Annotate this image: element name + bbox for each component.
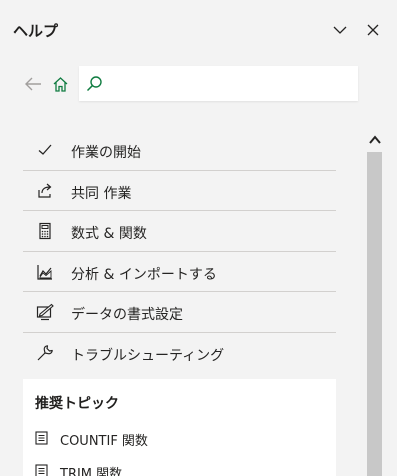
menu-item-label: 作業の開始 [71, 145, 141, 161]
menu-item-label: 数式 & 関数 [71, 226, 147, 242]
menu-item-troubleshooting[interactable]: トラブルシューティング [23, 333, 336, 374]
topic-label: TRIM 関数 [60, 467, 123, 476]
calculator-icon [39, 222, 51, 240]
recommended-topics-title: 推奨トピック [35, 396, 119, 412]
document-icon [35, 431, 48, 445]
topic-link-countif[interactable]: COUNTIF 関数 [35, 428, 325, 450]
home-button[interactable] [52, 76, 69, 93]
help-pane-header: ヘルプ [0, 0, 397, 60]
menu-item-label: データの書式設定 [71, 307, 183, 323]
search-icon [86, 76, 102, 92]
menu-item-format-data[interactable]: データの書式設定 [23, 292, 336, 333]
checkmark-icon [38, 144, 52, 155]
menu-item-formulas-functions[interactable]: 数式 & 関数 [23, 211, 336, 252]
vertical-scrollbar[interactable] [367, 152, 382, 476]
menu-item-label: 分析 & インポートする [71, 266, 217, 283]
menu-item-label: トラブルシューティング [71, 347, 225, 364]
home-icon [53, 77, 68, 92]
close-pane-button[interactable] [365, 22, 381, 38]
menu-item-getting-started[interactable]: 作業の開始 [23, 130, 336, 171]
document-icon [35, 464, 48, 476]
format-edit-icon [36, 303, 54, 321]
wrench-icon [37, 344, 53, 360]
menu-item-collaborate[interactable]: 共同 作業 [23, 171, 336, 211]
close-icon [367, 24, 379, 36]
help-menu-list: 作業の開始 共同 作業 数式 & 関数 分析 & インポートする データの書式設… [23, 130, 336, 373]
menu-item-label: 共同 作業 [71, 185, 132, 202]
topic-label: COUNTIF 関数 [60, 434, 148, 449]
chart-icon [37, 264, 52, 280]
menu-item-analyze-import[interactable]: 分析 & インポートする [23, 252, 336, 292]
collapse-pane-button[interactable] [332, 22, 348, 38]
topic-link-trim[interactable]: TRIM 関数 [35, 461, 325, 476]
scroll-up-button[interactable] [367, 132, 383, 146]
search-box[interactable] [79, 66, 358, 101]
chevron-up-icon [369, 135, 381, 144]
share-icon [38, 183, 52, 198]
chevron-down-icon [333, 26, 347, 34]
recommended-topics-card: 推奨トピック COUNTIF 関数 TRIM 関数 [23, 379, 336, 476]
search-input[interactable] [109, 66, 354, 101]
back-button[interactable] [24, 76, 42, 92]
pane-title: ヘルプ [13, 22, 59, 40]
arrow-left-icon [25, 77, 41, 91]
